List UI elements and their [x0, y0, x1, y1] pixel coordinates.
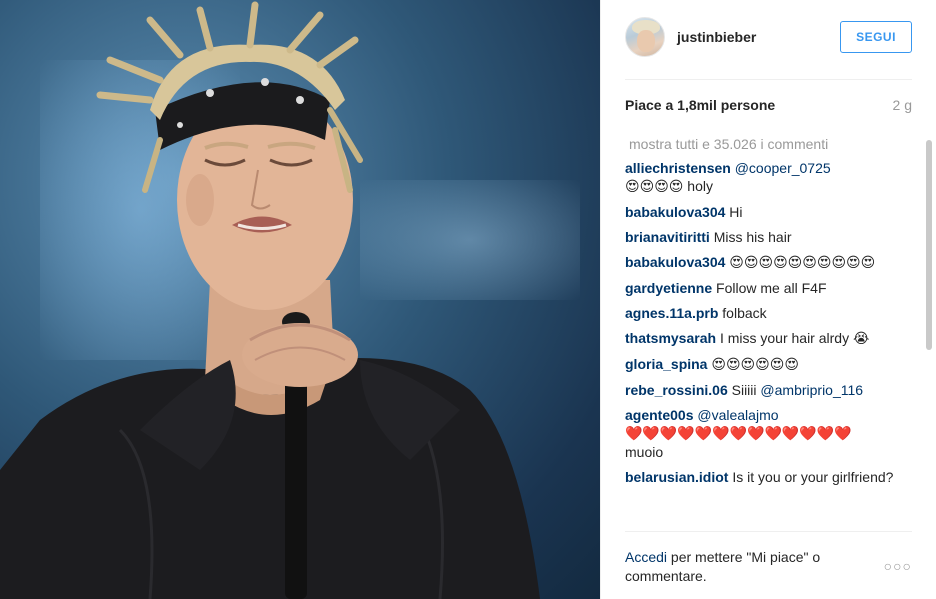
avatar-face: [637, 30, 655, 52]
comment-username[interactable]: alliechristensen: [625, 160, 731, 176]
comments-list: mostra tutti e 35.026 i commenti alliech…: [625, 136, 912, 530]
comment-text: Miss his hair: [713, 229, 792, 245]
comment-username[interactable]: thatsmysarah: [625, 330, 716, 346]
post-header: justinbieber SEGUI: [625, 16, 912, 58]
comment-username[interactable]: brianavitiritti: [625, 229, 710, 245]
post-photo[interactable]: [0, 0, 600, 599]
comment-mention[interactable]: @ambriprio_116: [760, 382, 863, 398]
divider: [625, 531, 912, 532]
comment-item: rebe_rossini.06 Siiiii @ambriprio_116: [625, 381, 912, 399]
comment-item: agente00s @valealajmo ❤️❤️❤️❤️❤️❤️❤️❤️❤️…: [625, 406, 912, 461]
comment-text: folback: [722, 305, 767, 321]
post-sidebar: justinbieber SEGUI Piace a 1,8mil person…: [600, 0, 936, 599]
comment-text: Follow me all F4F: [716, 280, 827, 296]
comment-text: holy: [683, 178, 713, 194]
stats-row: Piace a 1,8mil persone 2 g: [625, 97, 912, 113]
singer-figure: [0, 1, 540, 599]
comment-emoji: 😍😍😍😍😍😍😍😍😍😍: [729, 255, 876, 271]
comment-username[interactable]: belarusian.idiot: [625, 469, 728, 485]
comment-text: I miss your hair alrdy: [719, 330, 850, 346]
comment-item: agnes.11a.prb folback: [625, 304, 912, 322]
comment-item: gloria_spina 😍😍😍😍😍😍: [625, 355, 912, 374]
comment-item: brianavitiritti Miss his hair: [625, 228, 912, 246]
comment-item: thatsmysarah I miss your hair alrdy 😭: [625, 329, 912, 348]
comment-hearts: ❤️❤️❤️❤️❤️❤️❤️❤️❤️❤️❤️❤️❤️: [625, 426, 852, 442]
comment-item: babakulova304 😍😍😍😍😍😍😍😍😍😍: [625, 253, 912, 272]
comments-scrollbar[interactable]: [926, 140, 932, 350]
comment-text: muoio: [625, 444, 664, 460]
show-all-comments-link[interactable]: mostra tutti e 35.026 i commenti: [629, 136, 912, 152]
comment-emoji: 😍😍😍😍: [625, 179, 684, 195]
login-prompt: Accedi per mettere "Mi piace" o commenta…: [625, 548, 855, 586]
comment-username[interactable]: gardyetienne: [625, 280, 712, 296]
comment-item: alliechristensen @cooper_0725 😍😍😍😍 holy: [625, 159, 912, 196]
comment-item: belarusian.idiot Is it you or your girlf…: [625, 468, 912, 486]
comment-username[interactable]: babakulova304: [625, 254, 725, 270]
ellipsis-icon[interactable]: ○○○: [884, 558, 912, 574]
comment-emoji: 😍😍😍😍😍😍: [711, 357, 799, 373]
divider: [625, 79, 912, 80]
comment-username[interactable]: babakulova304: [625, 204, 725, 220]
login-link[interactable]: Accedi: [625, 549, 667, 565]
comment-username[interactable]: gloria_spina: [625, 356, 707, 372]
post-time[interactable]: 2 g: [893, 97, 912, 113]
avatar[interactable]: [625, 17, 665, 57]
comment-text: Is it you or your girlfriend?: [732, 469, 894, 485]
comment-emoji: 😭: [852, 331, 870, 347]
username-link[interactable]: justinbieber: [677, 29, 756, 45]
comment-text: Siiiii: [731, 382, 757, 398]
comment-username[interactable]: agnes.11a.prb: [625, 305, 718, 321]
comment-username[interactable]: agente00s: [625, 407, 693, 423]
follow-button[interactable]: SEGUI: [840, 21, 912, 53]
likes-count[interactable]: Piace a 1,8mil persone: [625, 97, 775, 113]
comment-item: gardyetienne Follow me all F4F: [625, 279, 912, 297]
comment-item: babakulova304 Hi: [625, 203, 912, 221]
comment-mention[interactable]: @valealajmo: [697, 407, 778, 423]
comment-text: Hi: [729, 204, 743, 220]
comment-username[interactable]: rebe_rossini.06: [625, 382, 728, 398]
comment-mention[interactable]: @cooper_0725: [735, 160, 831, 176]
